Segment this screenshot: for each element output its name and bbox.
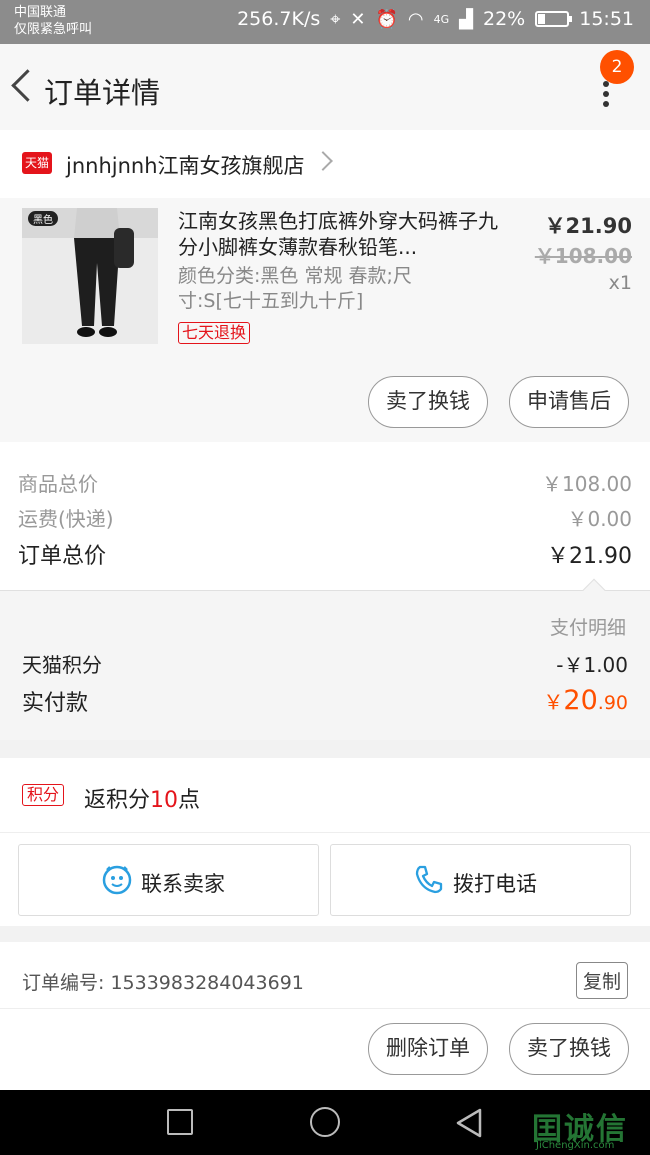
- shipping-label: 运费(快递): [18, 507, 114, 531]
- after-sales-button[interactable]: 申请售后: [509, 376, 629, 428]
- product-image[interactable]: 黑色: [22, 208, 158, 344]
- call-phone-label: 拨打电话: [453, 872, 537, 896]
- order-number-row: 订单编号: 1533983284043691 复制: [0, 942, 650, 1008]
- shipping-row: 运费(快递) ￥0.00: [18, 503, 632, 532]
- tmall-points-row: 天猫积分 -￥1.00: [22, 649, 628, 678]
- payment-detail: 支付明细 天猫积分 -￥1.00 实付款 ￥20.90: [0, 578, 650, 740]
- points-suffix: 点: [178, 788, 201, 813]
- points-reward-row: 积分 返积分10点: [0, 758, 650, 832]
- return-policy-badge: 七天退换: [178, 322, 251, 344]
- tmall-logo-icon: 天猫: [22, 152, 52, 174]
- contact-section: 联系卖家 拨打电话: [0, 832, 650, 926]
- product-name[interactable]: 江南女孩黑色打底裤外穿大码裤子九分小脚裤女薄款春秋铅笔...: [178, 208, 498, 260]
- shipping-value: ￥0.00: [567, 507, 632, 531]
- points-text: 返积分10点: [84, 782, 200, 814]
- call-phone-button[interactable]: 拨打电话: [330, 844, 631, 916]
- goods-total-label: 商品总价: [18, 472, 98, 496]
- wifi-icon: ◠: [407, 8, 424, 30]
- points-prefix: 返积分: [84, 788, 151, 813]
- order-number-value: 1533983284043691: [110, 972, 304, 994]
- paid-currency: ￥: [543, 690, 564, 714]
- delete-order-button[interactable]: 删除订单: [368, 1023, 488, 1075]
- product-quantity: x1: [608, 272, 632, 294]
- payment-detail-label: 支付明细: [549, 617, 626, 639]
- order-number-label: 订单编号:: [22, 972, 105, 994]
- carrier-emergency: 仅限紧急呼叫: [14, 22, 93, 37]
- mute-icon: ✕: [350, 8, 366, 30]
- product-item[interactable]: 黑色 江南女孩黑色打底裤外穿大码裤子九分小脚裤女薄款春秋铅笔... 颜色分类:黑…: [0, 198, 650, 442]
- contact-seller-label: 联系卖家: [141, 872, 225, 896]
- alarm-icon: ⏰: [375, 8, 398, 30]
- points-tag: 积分: [22, 784, 65, 806]
- contact-seller-button[interactable]: 联系卖家: [18, 844, 319, 916]
- clock: 15:51: [579, 8, 634, 30]
- battery-icon: [535, 11, 573, 27]
- tmall-points-label: 天猫积分: [22, 653, 102, 677]
- points-number: 10: [150, 788, 179, 813]
- back-arrow-icon[interactable]: [6, 64, 42, 108]
- tmall-points-value: -￥1.00: [556, 653, 628, 677]
- page-title: 订单详情: [44, 76, 161, 110]
- order-total-value: ￥21.90: [547, 544, 632, 569]
- bottom-action-bar: 删除订单 卖了换钱: [0, 1008, 650, 1090]
- shop-row[interactable]: 天猫 jnnhjnnh江南女孩旗舰店: [0, 130, 650, 198]
- notification-badge: 2: [600, 50, 634, 84]
- recents-square-icon[interactable]: [167, 1109, 193, 1135]
- signal-icon: ▟: [459, 8, 473, 30]
- order-number: 订单编号: 1533983284043691: [22, 968, 304, 995]
- paid-value: ￥20.90: [543, 685, 628, 716]
- order-summary: 商品总价 ￥108.00 运费(快递) ￥0.00 订单总价 ￥21.90: [0, 442, 650, 590]
- more-menu-icon[interactable]: [594, 78, 618, 118]
- goods-total-row: 商品总价 ￥108.00: [18, 468, 632, 497]
- carrier-info: 中国联通 仅限紧急呼叫: [14, 4, 92, 38]
- back-triangle-icon[interactable]: [454, 1107, 484, 1139]
- status-bar: 中国联通 仅限紧急呼叫 256.7K/s ⌖ ✕ ⏰ ◠ 4G ▟ 22% 15…: [0, 0, 650, 44]
- order-total-label: 订单总价: [18, 544, 107, 569]
- color-tag: 黑色: [28, 211, 58, 226]
- phone-icon: [415, 865, 443, 894]
- paid-row: 实付款 ￥20.90: [22, 685, 628, 717]
- network-speed: 256.7K/s: [237, 8, 321, 30]
- status-icons: 256.7K/s ⌖ ✕ ⏰ ◠ 4G ▟ 22% 15:51: [237, 8, 634, 30]
- location-icon: ⌖: [330, 8, 341, 30]
- paid-label: 实付款: [22, 691, 89, 716]
- shop-name: jnnhjnnh江南女孩旗舰店: [66, 154, 305, 178]
- product-sku: 颜色分类:黑色 常规 春款;尺寸:S[七十五到九十斤]: [178, 265, 412, 312]
- product-price: ￥21.90: [544, 214, 632, 238]
- network-type: 4G: [433, 12, 450, 26]
- nav-header: 订单详情: [0, 44, 650, 130]
- chevron-right-icon: [313, 151, 333, 171]
- battery-percent: 22%: [483, 8, 526, 30]
- paid-decimal: .90: [597, 692, 628, 714]
- goods-total-value: ￥108.00: [542, 472, 632, 496]
- copy-button[interactable]: 复制: [575, 962, 628, 999]
- chat-face-icon: [102, 865, 132, 895]
- order-total-row: 订单总价 ￥21.90: [18, 538, 632, 570]
- paid-integer: 20: [563, 685, 598, 716]
- carrier-name: 中国联通: [14, 5, 67, 20]
- home-circle-icon[interactable]: [310, 1107, 340, 1137]
- original-price: ￥108.00: [534, 244, 632, 268]
- watermark-url: JiChengXin.com: [536, 1140, 615, 1151]
- resell-button[interactable]: 卖了换钱: [368, 376, 488, 428]
- resell-bottom-button[interactable]: 卖了换钱: [509, 1023, 629, 1075]
